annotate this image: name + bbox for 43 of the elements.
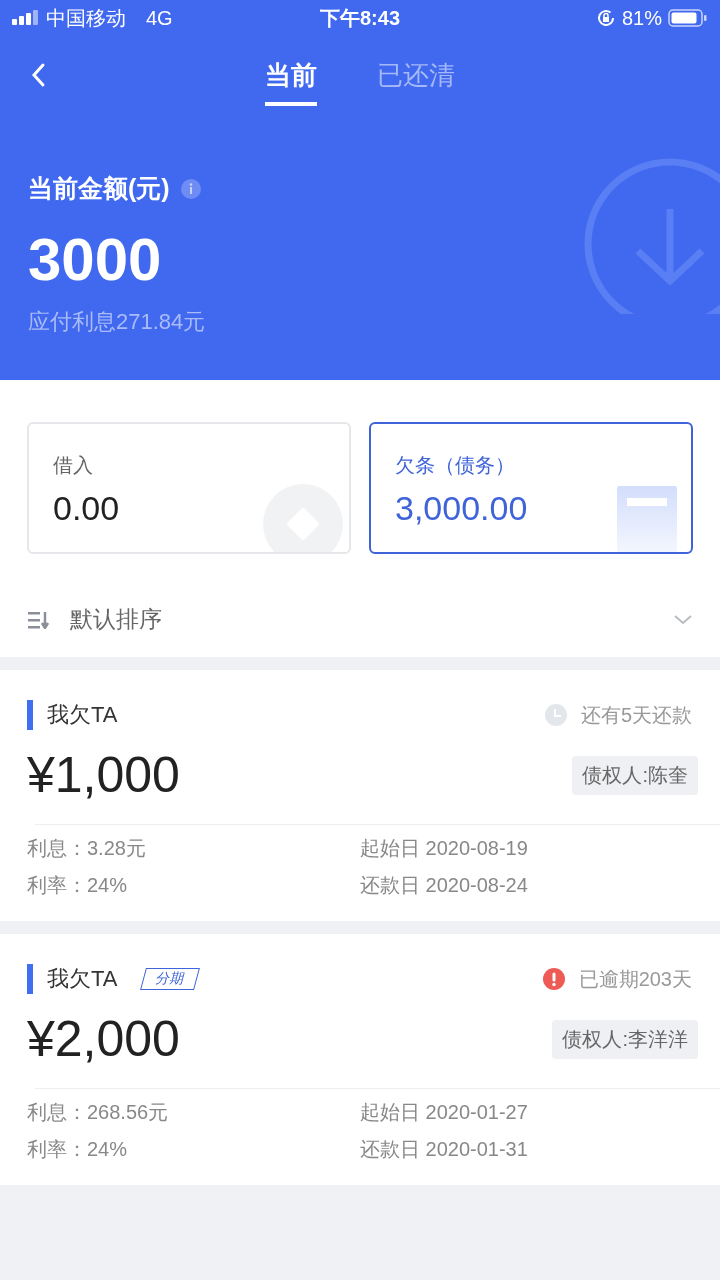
due-status: 还有5天还款 [580,702,692,728]
total-amount: 3000 [28,227,163,293]
loan-title: 我欠TA [47,965,118,993]
rate-text: 利率：24% [27,873,129,898]
summary-card[interactable]: 借入 0.00 [27,422,351,554]
start-date: 起始日 2020-01-27 [360,1100,529,1125]
creditor-label: 债权人:李洋洋 [552,1019,698,1059]
loan-amount: ¥1,000 [27,746,180,804]
interest-payable: 应付利息271.84元 [28,308,207,336]
status-time: 下午8:43 [320,5,400,31]
document-icon [617,486,677,552]
loan-title: 我欠TA [47,701,118,729]
start-date: 起始日 2020-08-19 [360,836,529,861]
sort-dropdown[interactable]: 默认排序 [70,604,162,635]
battery-percent: 81% [621,6,662,30]
loan-card[interactable]: 我欠TA 还有5天还款 ¥1,000 债权人:陈奎 利息：3.28元 起始日 2020-08-19 利率：24% 还款日 2020-08-24 [0,670,720,921]
loan-amount: ¥2,000 [27,1010,180,1068]
carrier-name: 中国移动 [46,5,126,31]
battery-icon [668,8,708,28]
loan-card[interactable]: 我欠TA 分期 已逾期203天 ¥2,000 债权人:李洋洋 利息：268.56元 起始日 2020-01-27 利率：24% 还款日 2020-01-31 [0,934,720,1185]
interest-text: 利息：268.56元 [27,1100,170,1125]
creditor-label: 债权人:陈奎 [572,755,698,795]
coin-icon [263,484,343,552]
due-date: 还款日 2020-01-31 [360,1137,529,1162]
installment-tag: 分期 [140,968,201,990]
accent-bar [27,964,33,994]
tab[interactable]: 当前 [265,58,317,106]
chevron-down-icon[interactable] [674,614,692,625]
warning-icon [542,968,565,990]
rotation-lock-icon [595,8,616,28]
due-date: 还款日 2020-08-24 [360,873,529,898]
back-icon[interactable] [30,62,46,88]
due-status: 已逾期203天 [578,966,692,992]
rate-text: 利率：24% [27,1137,129,1162]
interest-text: 利息：3.28元 [27,836,147,861]
amount-title: 当前金额(元) [28,173,170,204]
accent-bar [27,700,33,730]
info-icon[interactable] [179,177,202,200]
network-type: 4G [146,6,173,30]
signal-icon [12,10,40,26]
clock-icon [544,704,567,726]
sort-icon [28,610,52,629]
summary-card[interactable]: 欠条（债务） 3,000.00 [369,422,693,554]
